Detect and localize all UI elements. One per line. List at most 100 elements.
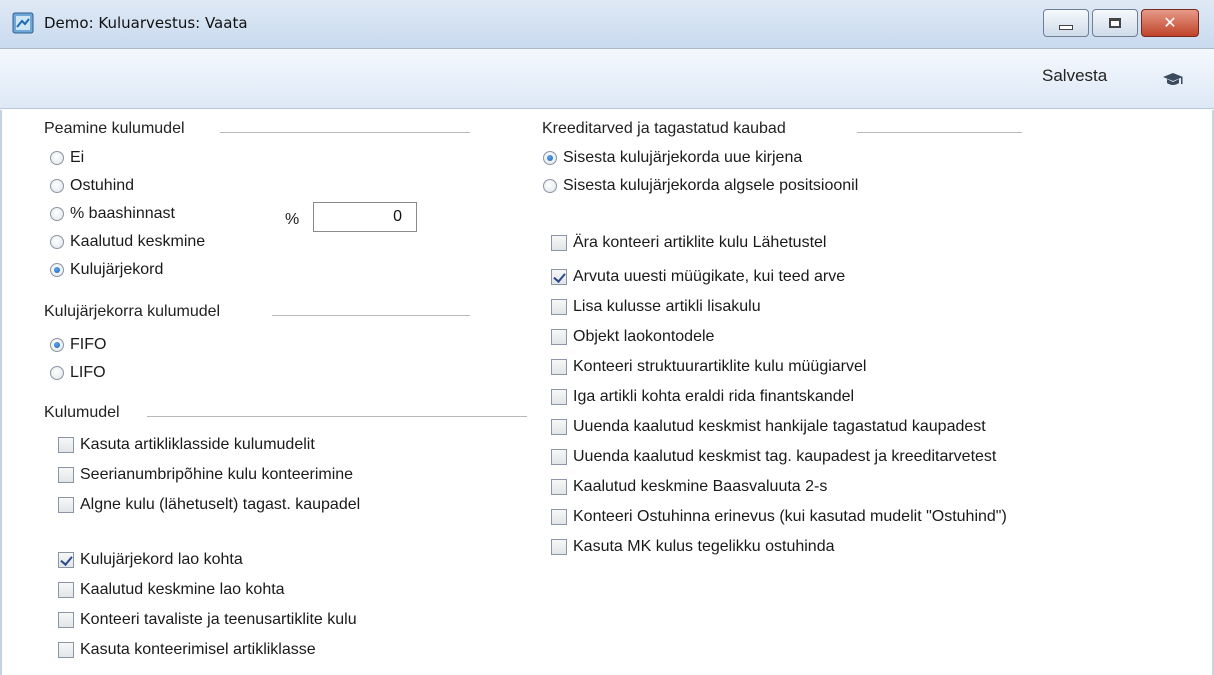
main-cost-model-title: Peamine kulumudel [44, 120, 185, 137]
percent-label: % [285, 211, 300, 228]
app-icon [12, 12, 34, 34]
main-cost-model-divider [220, 132, 470, 133]
radio-button[interactable] [543, 179, 557, 193]
checkbox[interactable] [58, 497, 74, 513]
radio-button[interactable] [50, 235, 64, 249]
radio-label: FIFO [70, 336, 107, 353]
checkbox-option[interactable]: Uuenda kaalutud keskmist hankijale tagas… [551, 416, 986, 438]
checkbox[interactable] [551, 389, 567, 405]
radio-button-selected[interactable] [50, 263, 64, 277]
checkbox[interactable] [551, 359, 567, 375]
credit-notes-divider [857, 132, 1022, 133]
checkbox-label: Arvuta uuesti müügikate, kui teed arve [573, 268, 846, 285]
radio-option[interactable]: Kulujärjekord [50, 259, 163, 281]
radio-button[interactable] [50, 366, 64, 380]
maximize-button[interactable] [1092, 9, 1138, 37]
checkbox-label: Konteeri struktuurartiklite kulu müügiar… [573, 358, 867, 375]
minimize-icon [1059, 24, 1073, 30]
checkbox-label: Kaalutud keskmine Baasvaluuta 2-s [573, 478, 828, 495]
minimize-button[interactable] [1043, 9, 1089, 37]
radio-option[interactable]: Ei [50, 147, 84, 169]
checkbox[interactable] [551, 419, 567, 435]
radio-option[interactable]: Sisesta kulujärjekorda uue kirjena [543, 147, 802, 169]
checkbox-option[interactable]: Kaalutud keskmine lao kohta [58, 579, 285, 601]
checkbox-label: Algne kulu (lähetuselt) tagast. kaupadel [80, 496, 361, 513]
checkbox-option[interactable]: Objekt laokontodele [551, 326, 714, 348]
checkbox-label: Kasuta konteerimisel artikliklasse [80, 641, 316, 658]
checkbox-label: Konteeri tavaliste ja teenusartiklite ku… [80, 611, 357, 628]
save-button[interactable]: Salvesta [1042, 66, 1107, 86]
checkbox[interactable] [551, 509, 567, 525]
checkbox-label: Kaalutud keskmine lao kohta [80, 581, 285, 598]
checkbox[interactable] [58, 642, 74, 658]
checkbox[interactable] [58, 612, 74, 628]
checkbox-label: Konteeri Ostuhinna erinevus (kui kasutad… [573, 508, 1007, 525]
close-icon: ✕ [1163, 13, 1177, 32]
checkbox-option[interactable]: Seerianumbripõhine kulu konteerimine [58, 464, 353, 486]
checkbox[interactable] [551, 235, 567, 251]
title-bar[interactable]: Demo: Kuluarvestus: Vaata ✕ [0, 0, 1214, 49]
checkbox[interactable] [58, 437, 74, 453]
checkbox-option[interactable]: Kasuta konteerimisel artikliklasse [58, 639, 316, 661]
radio-button-selected[interactable] [50, 338, 64, 352]
cost-model-divider [147, 416, 527, 417]
checkbox-checked[interactable] [551, 269, 567, 285]
radio-label: Ostuhind [70, 177, 135, 194]
cost-model-title: Kulumudel [44, 404, 120, 421]
checkbox-option[interactable]: Iga artikli kohta eraldi rida finantskan… [551, 386, 854, 408]
checkbox[interactable] [551, 299, 567, 315]
radio-option[interactable]: FIFO [50, 334, 106, 356]
checkbox[interactable] [551, 329, 567, 345]
checkbox-label: Kasuta MK kulus tegelikku ostuhinda [573, 538, 835, 555]
radio-button-selected[interactable] [543, 151, 557, 165]
checkbox-option[interactable]: Konteeri tavaliste ja teenusartiklite ku… [58, 609, 357, 631]
checkbox[interactable] [551, 539, 567, 555]
radio-button[interactable] [50, 151, 64, 165]
checkbox-option[interactable]: Ära konteeri artiklite kulu Lähetustel [551, 232, 826, 254]
checkbox-option[interactable]: Algne kulu (lähetuselt) tagast. kaupadel [58, 494, 360, 516]
checkbox-option[interactable]: Konteeri Ostuhinna erinevus (kui kasutad… [551, 506, 1007, 528]
checkbox[interactable] [551, 479, 567, 495]
radio-label: % baashinnast [70, 205, 175, 222]
window: Demo: Kuluarvestus: Vaata ✕ Salvesta Pea… [0, 0, 1214, 675]
checkbox-label: Lisa kulusse artikli lisakulu [573, 298, 761, 315]
checkbox-checked[interactable] [58, 552, 74, 568]
checkbox-label: Iga artikli kohta eraldi rida finantskan… [573, 388, 855, 405]
checkbox-label: Objekt laokontodele [573, 328, 715, 345]
radio-label: Ei [70, 149, 85, 166]
percent-input[interactable]: 0 [313, 202, 417, 232]
checkbox-label: Uuenda kaalutud keskmist hankijale tagas… [573, 418, 986, 435]
checkbox-option[interactable]: Kasuta MK kulus tegelikku ostuhinda [551, 536, 834, 558]
checkbox[interactable] [58, 467, 74, 483]
checkbox-option[interactable]: Kulujärjekord lao kohta [58, 549, 243, 571]
checkbox-option[interactable]: Lisa kulusse artikli lisakulu [551, 296, 761, 318]
radio-label: Kaalutud keskmine [70, 233, 206, 250]
checkbox[interactable] [58, 582, 74, 598]
radio-option[interactable]: % baashinnast [50, 203, 175, 225]
radio-label: Kulujärjekord [70, 261, 164, 278]
checkbox-option[interactable]: Konteeri struktuurartiklite kulu müügiar… [551, 356, 866, 378]
checkbox-option[interactable]: Kaalutud keskmine Baasvaluuta 2-s [551, 476, 827, 498]
queue-cost-model-divider [272, 315, 470, 316]
checkbox-label: Ära konteeri artiklite kulu Lähetustel [573, 234, 827, 251]
checkbox-option[interactable]: Kasuta artikliklasside kulumudelit [58, 434, 315, 456]
checkbox-option[interactable]: Uuenda kaalutud keskmist tag. kaupadest … [551, 446, 996, 468]
window-title: Demo: Kuluarvestus: Vaata [44, 14, 248, 32]
checkbox[interactable] [551, 449, 567, 465]
radio-button[interactable] [50, 179, 64, 193]
radio-option[interactable]: Kaalutud keskmine [50, 231, 205, 253]
toolbar: Salvesta [0, 49, 1214, 109]
credit-notes-title: Kreeditarved ja tagastatud kaubad [542, 120, 786, 137]
checkbox-label: Kulujärjekord lao kohta [80, 551, 243, 568]
checkbox-option[interactable]: Arvuta uuesti müügikate, kui teed arve [551, 266, 845, 288]
radio-label: LIFO [70, 364, 106, 381]
radio-button[interactable] [50, 207, 64, 221]
graduation-cap-icon[interactable] [1163, 73, 1183, 87]
radio-option[interactable]: Sisesta kulujärjekorda algsele positsioo… [543, 175, 858, 197]
radio-label: Sisesta kulujärjekorda algsele positsioo… [563, 177, 859, 194]
close-button[interactable]: ✕ [1141, 9, 1199, 37]
queue-cost-model-title: Kulujärjekorra kulumudel [44, 303, 221, 320]
radio-option[interactable]: LIFO [50, 362, 106, 384]
radio-option[interactable]: Ostuhind [50, 175, 134, 197]
maximize-icon [1109, 18, 1121, 28]
